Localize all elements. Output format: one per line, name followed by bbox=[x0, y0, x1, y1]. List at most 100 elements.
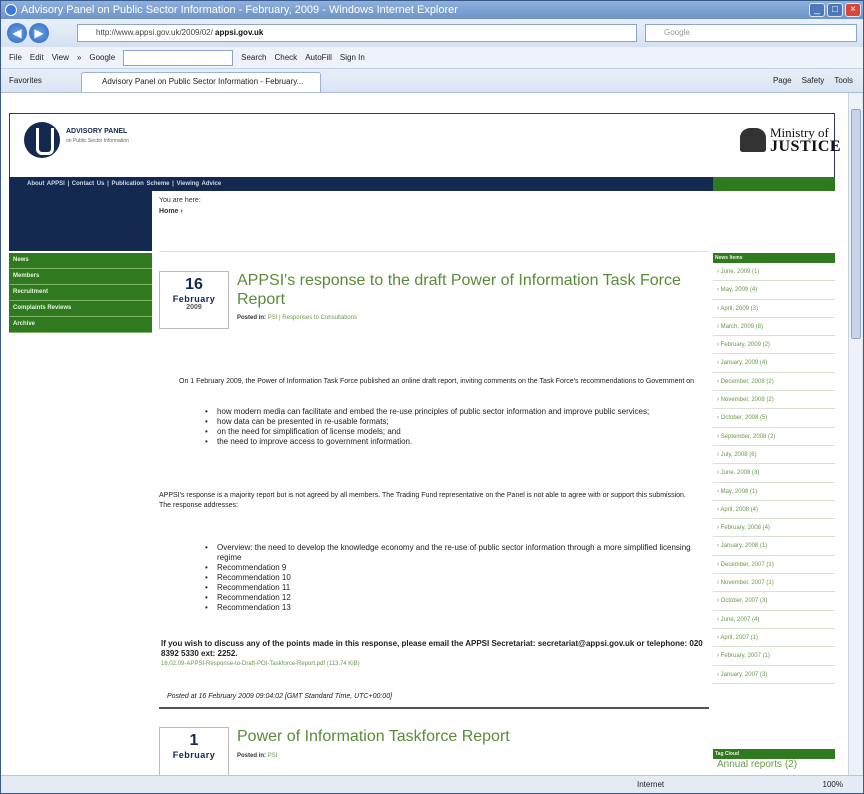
archive-link[interactable]: › July, 2008 (6) bbox=[713, 446, 835, 465]
archive-header: News Items bbox=[713, 253, 835, 263]
security-zone: Internet bbox=[637, 780, 665, 789]
archive-link[interactable]: › November, 2007 (1) bbox=[713, 574, 835, 593]
list-item: Overview: the need to develop the knowle… bbox=[201, 543, 701, 563]
google-search-input[interactable] bbox=[123, 50, 234, 66]
browser-tab[interactable]: Advisory Panel on Public Sector Informat… bbox=[81, 72, 321, 92]
post-categories: Posted in: PSI | Responses to Consultati… bbox=[237, 315, 357, 321]
archive-link[interactable]: › May, 2009 (4) bbox=[713, 281, 835, 300]
favorites-button[interactable]: Favorites bbox=[9, 76, 42, 85]
breadcrumb-home[interactable]: Home › bbox=[159, 208, 183, 215]
posted-timestamp: Posted at 16 February 2009 09:04:02 [GMT… bbox=[167, 693, 393, 700]
archive-link[interactable]: › June, 2008 (3) bbox=[713, 464, 835, 483]
recommendation-list: Overview: the need to develop the knowle… bbox=[201, 543, 701, 613]
category-link[interactable]: PSI | Responses to Consultations bbox=[268, 315, 357, 321]
list-item: Recommendation 13 bbox=[201, 603, 701, 613]
menu-file[interactable]: File bbox=[9, 47, 22, 68]
site-header: ADVISORY PANEL on Public Sector Informat… bbox=[9, 113, 841, 177]
forward-arrow-icon[interactable]: ▶ bbox=[29, 23, 49, 43]
archive-link[interactable]: › December, 2007 (1) bbox=[713, 556, 835, 575]
zoom-level[interactable]: 100% bbox=[823, 776, 843, 794]
menu-view[interactable]: View bbox=[52, 47, 69, 68]
title-bar: Advisory Panel on Public Sector Informat… bbox=[1, 1, 863, 19]
archive-link[interactable]: › September, 2008 (2) bbox=[713, 428, 835, 446]
archive-sidebar: News Items › June, 2009 (1) › May, 2009 (… bbox=[713, 253, 835, 684]
safety-menu[interactable]: Safety bbox=[802, 69, 825, 93]
contact-paragraph: If you wish to discuss any of the points… bbox=[161, 639, 703, 658]
moj-logo[interactable]: Ministry of JUSTICE bbox=[770, 126, 841, 155]
toolbar-signin[interactable]: Sign In bbox=[340, 47, 365, 68]
post-title[interactable]: APPSI's response to the draft Power of I… bbox=[237, 271, 707, 309]
toolbar-check[interactable]: Check bbox=[275, 47, 298, 68]
tag-link[interactable]: Annual reports (2) bbox=[717, 759, 797, 770]
favorites-bar: Favorites Advisory Panel on Public Secto… bbox=[1, 69, 863, 93]
menu-bar: File Edit View » Google Search Check Aut… bbox=[1, 47, 863, 69]
pdf-download-link[interactable]: 16.02.09-APPSI-Response-to-Draft-POI-Tas… bbox=[161, 661, 360, 667]
archive-link[interactable]: › October, 2008 (5) bbox=[713, 409, 835, 428]
list-item: how modern media can facilitate and embe… bbox=[201, 407, 701, 417]
archive-link[interactable]: › April, 2007 (1) bbox=[713, 629, 835, 648]
post-title[interactable]: Power of Information Taskforce Report bbox=[237, 727, 707, 746]
page-menu[interactable]: Page bbox=[773, 69, 792, 93]
archive-link[interactable]: › February, 2009 (2) bbox=[713, 336, 835, 355]
archive-link[interactable]: › June, 2009 (1) bbox=[713, 263, 835, 282]
window-controls: _ □ × bbox=[809, 3, 861, 17]
url-input[interactable]: http://www.appsi.gov.uk/2009/02/ appsi.g… bbox=[77, 24, 637, 42]
list-item: Recommendation 9 bbox=[201, 563, 701, 573]
ie-icon bbox=[5, 4, 17, 16]
category-link[interactable]: PSI bbox=[268, 753, 278, 759]
minimize-button[interactable]: _ bbox=[809, 3, 825, 17]
toolbar-autofill[interactable]: AutoFill bbox=[305, 47, 332, 68]
toolbar-search[interactable]: Search bbox=[241, 47, 266, 68]
left-menu: News Members Recruitment Complaints Revi… bbox=[9, 253, 152, 333]
archive-link[interactable]: › April, 2008 (4) bbox=[713, 501, 835, 520]
post-bullet-list: how modern media can facilitate and embe… bbox=[201, 407, 701, 447]
top-navigation-accent bbox=[713, 177, 835, 191]
list-item: the need to improve access to government… bbox=[201, 437, 701, 447]
menu-more[interactable]: » bbox=[77, 47, 81, 68]
archive-link[interactable]: › March, 2009 (8) bbox=[713, 318, 835, 337]
appsi-subtitle: on Public Sector Information bbox=[66, 138, 129, 144]
vertical-scrollbar[interactable] bbox=[848, 93, 862, 776]
left-banner bbox=[9, 191, 152, 251]
list-item: on the need for simplification of licens… bbox=[201, 427, 701, 437]
archive-link[interactable]: › June, 2007 (4) bbox=[713, 611, 835, 629]
appsi-logo-icon[interactable] bbox=[24, 122, 60, 158]
window-title: Advisory Panel on Public Sector Informat… bbox=[21, 4, 458, 16]
post-date: 16 February 2009 bbox=[159, 271, 229, 329]
left-menu-recruitment[interactable]: Recruitment bbox=[9, 285, 152, 301]
search-input[interactable]: Google bbox=[645, 24, 857, 42]
post-intro: On 1 February 2009, the Power of Informa… bbox=[179, 378, 695, 385]
archive-link[interactable]: › May, 2008 (1) bbox=[713, 483, 835, 501]
left-menu-members[interactable]: Members bbox=[9, 269, 152, 285]
close-button[interactable]: × bbox=[845, 3, 861, 17]
top-navigation[interactable]: About APPSI | Contact Us | Publication S… bbox=[9, 177, 713, 191]
back-arrow-icon[interactable]: ◀ bbox=[7, 23, 27, 43]
google-toolbar-label: Google bbox=[89, 53, 116, 62]
browser-window: Advisory Panel on Public Sector Informat… bbox=[0, 0, 864, 794]
page-viewport: ADVISORY PANEL on Public Sector Informat… bbox=[1, 93, 849, 776]
address-bar: ◀ ▶ http://www.appsi.gov.uk/2009/02/ app… bbox=[1, 19, 863, 47]
archive-link[interactable]: › January, 2007 (3) bbox=[713, 666, 835, 684]
archive-link[interactable]: › April, 2009 (3) bbox=[713, 300, 835, 318]
archive-link[interactable]: › December, 2008 (2) bbox=[713, 373, 835, 392]
archive-link[interactable]: › January, 2009 (4) bbox=[713, 354, 835, 373]
archive-link[interactable]: › October, 2007 (3) bbox=[713, 592, 835, 611]
tools-menu[interactable]: Tools bbox=[834, 69, 853, 93]
tag-cloud-header: Tag Cloud bbox=[713, 749, 835, 759]
left-menu-archive[interactable]: Archive bbox=[9, 317, 152, 333]
list-item: Recommendation 12 bbox=[201, 593, 701, 603]
menu-edit[interactable]: Edit bbox=[30, 47, 44, 68]
archive-link[interactable]: › November, 2008 (2) bbox=[713, 391, 835, 410]
divider bbox=[159, 251, 709, 252]
archive-link[interactable]: › February, 2008 (4) bbox=[713, 519, 835, 538]
left-menu-news[interactable]: News bbox=[9, 253, 152, 269]
archive-link[interactable]: › February, 2007 (1) bbox=[713, 647, 835, 666]
scrollbar-thumb[interactable] bbox=[851, 109, 861, 339]
post-date: 1 February bbox=[159, 727, 229, 776]
maximize-button[interactable]: □ bbox=[827, 3, 843, 17]
left-menu-complaints[interactable]: Complaints Reviews bbox=[9, 301, 152, 317]
status-bar: Internet 100% bbox=[1, 775, 863, 793]
list-item: how data can be presented in re-usable f… bbox=[201, 417, 701, 427]
post-paragraph: APPSI's response is a majority report bu… bbox=[159, 492, 686, 509]
archive-link[interactable]: › January, 2008 (1) bbox=[713, 537, 835, 556]
